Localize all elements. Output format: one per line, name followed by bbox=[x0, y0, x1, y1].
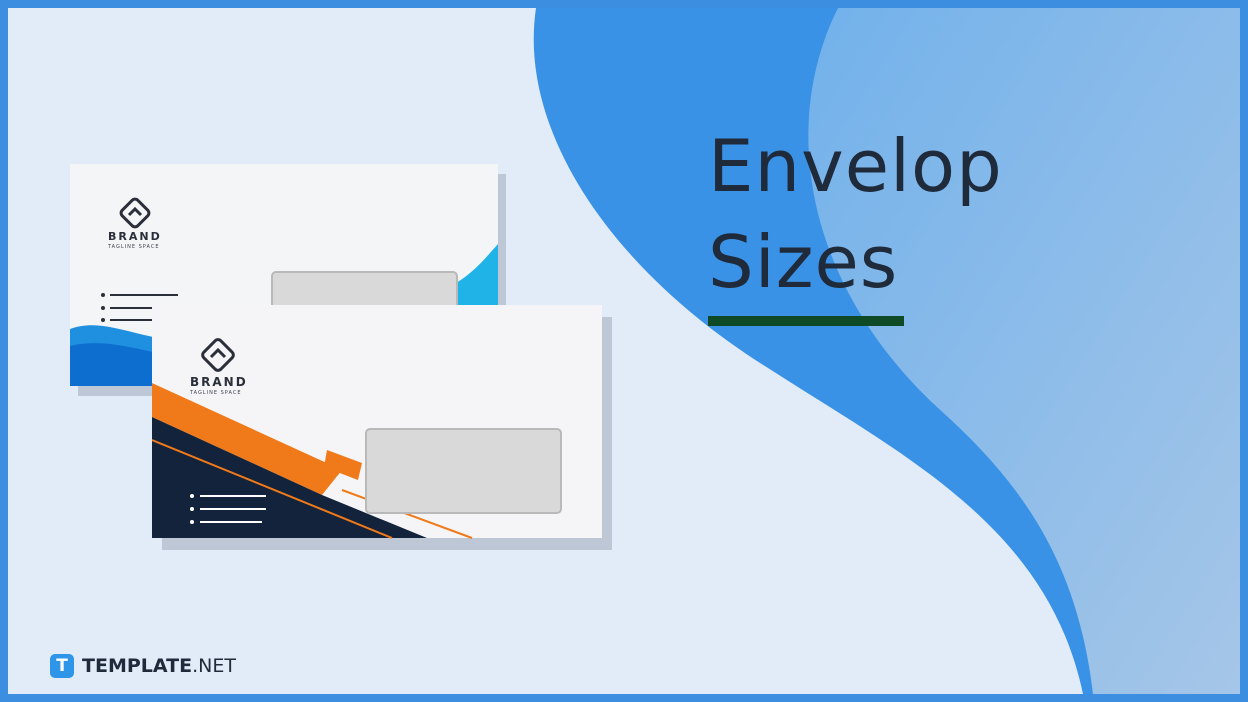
slide-frame: BRAND TAGLINE SPACE BRAND TAGLINE SPACE … bbox=[0, 0, 1248, 702]
slide-title-line-1: Envelop bbox=[708, 124, 1003, 208]
brand-tagline: TAGLINE SPACE bbox=[108, 244, 160, 250]
envelope-front: BRAND TAGLINE SPACE bbox=[152, 305, 612, 550]
brand-name: BRAND bbox=[190, 375, 248, 389]
slide-title-line-2: Sizes bbox=[708, 220, 899, 304]
title-underline bbox=[708, 316, 904, 326]
logo-badge-icon: T bbox=[50, 654, 74, 678]
brand-logo-icon bbox=[201, 338, 235, 372]
brand-logo-icon bbox=[119, 197, 151, 229]
brand-name: BRAND bbox=[108, 230, 162, 243]
logo-text-light: .NET bbox=[192, 655, 236, 677]
brand-tagline: TAGLINE SPACE bbox=[190, 390, 242, 396]
logo-text: TEMPLATE.NET bbox=[82, 655, 236, 677]
template-net-logo[interactable]: T TEMPLATE.NET bbox=[50, 654, 236, 678]
logo-text-bold: TEMPLATE bbox=[82, 655, 193, 677]
slide-title: Envelop Sizes bbox=[708, 118, 1003, 310]
slide-canvas: BRAND TAGLINE SPACE BRAND TAGLINE SPACE … bbox=[8, 8, 1240, 694]
